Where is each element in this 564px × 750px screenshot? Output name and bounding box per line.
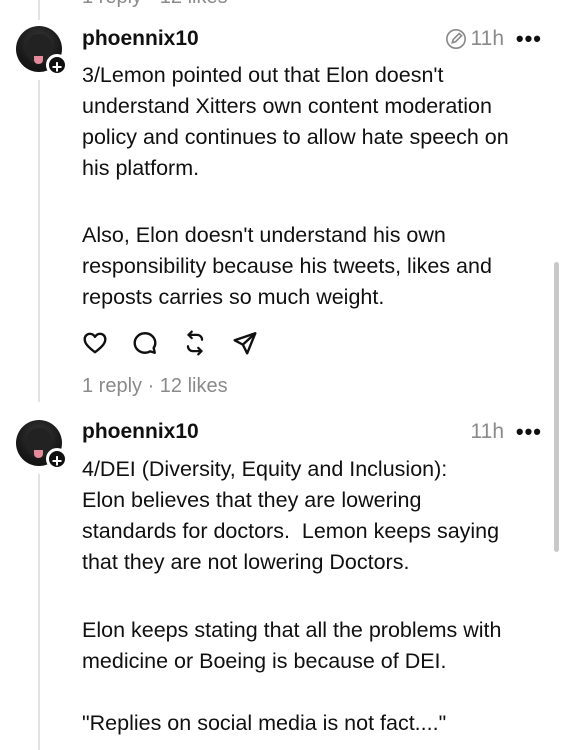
- comment-icon[interactable]: [132, 330, 158, 356]
- post-time: 11h: [445, 27, 504, 51]
- more-options-button[interactable]: •••: [516, 419, 542, 445]
- thread-line: [38, 80, 40, 402]
- more-options-button[interactable]: •••: [516, 26, 542, 52]
- post-paragraph: Also, Elon doesn't understand his own re…: [82, 223, 492, 309]
- edited-icon: [445, 29, 466, 49]
- post-meta[interactable]: 1 reply · 12 likes: [82, 375, 228, 398]
- timestamp: 11h: [470, 420, 504, 443]
- avatar[interactable]: +: [16, 420, 68, 471]
- avatar[interactable]: +: [16, 26, 68, 77]
- previous-post-meta: 1 reply · 12 likes: [82, 0, 228, 9]
- follow-plus-icon[interactable]: +: [46, 448, 68, 471]
- post-paragraph: "Replies on social media is not fact....…: [82, 711, 447, 735]
- timestamp: 11h: [470, 27, 504, 50]
- username[interactable]: phoennix10: [82, 420, 199, 444]
- post-actions: [82, 330, 258, 356]
- thread-line: [38, 0, 40, 20]
- heart-icon[interactable]: [82, 330, 108, 356]
- post-paragraph: 4/DEI (Diversity, Equity and Inclusion):…: [82, 457, 500, 574]
- thread-line: [38, 474, 40, 750]
- username[interactable]: phoennix10: [82, 27, 199, 51]
- post-time: 11h: [471, 420, 504, 444]
- share-icon[interactable]: [232, 330, 258, 356]
- post-paragraph: Elon keeps stating that all the problems…: [82, 618, 502, 673]
- repost-icon[interactable]: [182, 330, 208, 356]
- follow-plus-icon[interactable]: +: [46, 54, 68, 77]
- scrollbar[interactable]: [554, 262, 559, 552]
- post-paragraph: 3/Lemon pointed out that Elon doesn't un…: [82, 63, 509, 180]
- thread-view: 1 reply · 12 likes + phoennix10 11h ••• …: [0, 0, 564, 750]
